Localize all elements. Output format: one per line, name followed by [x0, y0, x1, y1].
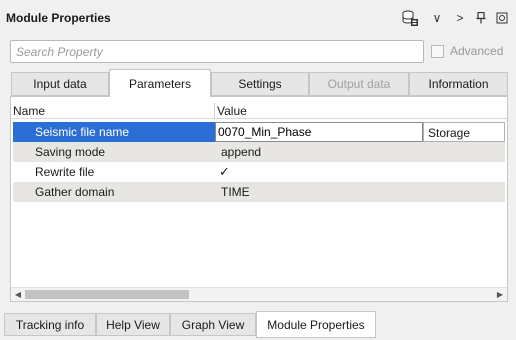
- scroll-left-icon[interactable]: ◀: [11, 288, 25, 301]
- pin-icon[interactable]: [474, 9, 488, 27]
- grid-row-saving-mode[interactable]: Saving mode append: [13, 142, 505, 162]
- tab-settings[interactable]: Settings: [211, 72, 309, 96]
- horizontal-scrollbar[interactable]: ◀ ▶: [11, 287, 507, 301]
- property-name: Saving mode: [35, 145, 106, 159]
- tab-input-data[interactable]: Input data: [11, 72, 109, 96]
- grid-row-seismic-file-name[interactable]: Seismic file name 0070_Min_Phase Storage…: [13, 122, 505, 154]
- tab-parameters[interactable]: Parameters: [109, 69, 211, 97]
- chevron-down-icon[interactable]: ∨: [430, 9, 444, 27]
- tab-tracking-info[interactable]: Tracking info: [4, 313, 96, 336]
- database-icon[interactable]: [400, 9, 420, 27]
- property-grid: Name Value Seismic file name 0070_Min_Ph…: [10, 96, 508, 302]
- storage-name-button[interactable]: Storage name: [423, 122, 505, 154]
- close-icon[interactable]: [495, 9, 509, 27]
- saving-mode-value[interactable]: append: [221, 145, 261, 159]
- grid-header: Name Value: [11, 103, 507, 119]
- panel-titlebar: Module Properties ∨ >: [0, 0, 516, 36]
- tab-output-data: Output data: [309, 72, 409, 96]
- seismic-file-name-input[interactable]: 0070_Min_Phase: [215, 122, 423, 142]
- rewrite-file-checkbox[interactable]: ✓: [219, 164, 230, 180]
- chevron-right-icon[interactable]: >: [453, 9, 467, 27]
- tab-information[interactable]: Information: [409, 72, 508, 96]
- tab-help-view[interactable]: Help View: [96, 313, 170, 336]
- column-header-value[interactable]: Value: [217, 104, 247, 118]
- property-name: Gather domain: [35, 185, 115, 199]
- column-divider[interactable]: [214, 103, 215, 119]
- tab-graph-view[interactable]: Graph View: [170, 313, 256, 336]
- search-property-input[interactable]: Search Property: [10, 40, 424, 63]
- checkbox-icon[interactable]: [431, 44, 444, 58]
- tab-module-properties[interactable]: Module Properties: [256, 311, 376, 338]
- gather-domain-value[interactable]: TIME: [221, 185, 250, 199]
- column-header-name[interactable]: Name: [13, 104, 45, 118]
- advanced-checkbox[interactable]: Advanced: [431, 44, 503, 58]
- property-name: Rewrite file: [35, 165, 95, 179]
- advanced-label: Advanced: [450, 44, 504, 58]
- grid-row-gather-domain[interactable]: Gather domain TIME: [13, 182, 505, 202]
- scroll-right-icon[interactable]: ▶: [493, 288, 507, 301]
- property-name: Seismic file name: [35, 125, 130, 139]
- grid-row-rewrite-file[interactable]: Rewrite file ✓: [13, 162, 505, 182]
- panel-title: Module Properties: [6, 11, 111, 25]
- scrollbar-thumb[interactable]: [25, 290, 189, 299]
